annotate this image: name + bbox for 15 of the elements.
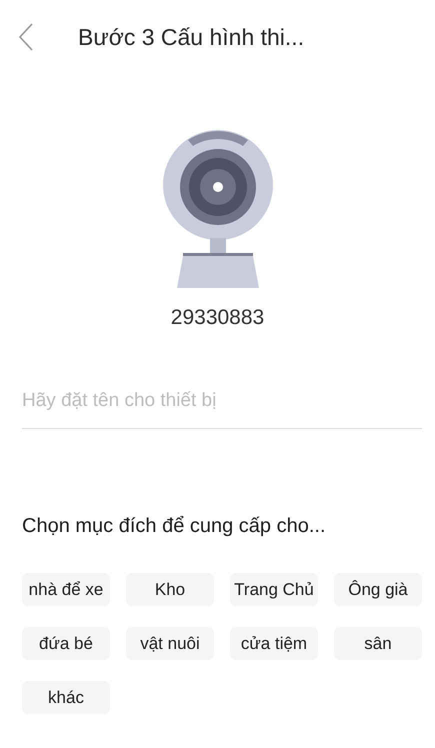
purpose-chip[interactable]: nhà để xe [22, 573, 110, 606]
purpose-chip[interactable]: vật nuôi [126, 627, 214, 660]
purpose-chip[interactable]: Ông già [334, 573, 422, 606]
section-heading: Chọn mục đích để cung cấp cho... [22, 515, 327, 538]
device-name-field[interactable]: Hãy đặt tên cho thiết bị [22, 380, 422, 429]
back-button[interactable] [18, 22, 34, 52]
purpose-chip[interactable]: đứa bé [22, 627, 110, 660]
device-id: 29330883 [170, 306, 266, 330]
purpose-chip[interactable]: Trang Chủ [230, 573, 318, 606]
purpose-chip[interactable]: Kho [126, 573, 214, 606]
purpose-chip[interactable]: cửa tiệm [230, 627, 318, 660]
webcam-icon [162, 130, 272, 288]
page-title: Bước 3 Cấu hình thi... [78, 24, 304, 50]
purpose-chip[interactable]: khác [22, 681, 110, 714]
purpose-chip[interactable]: sân [334, 627, 422, 660]
